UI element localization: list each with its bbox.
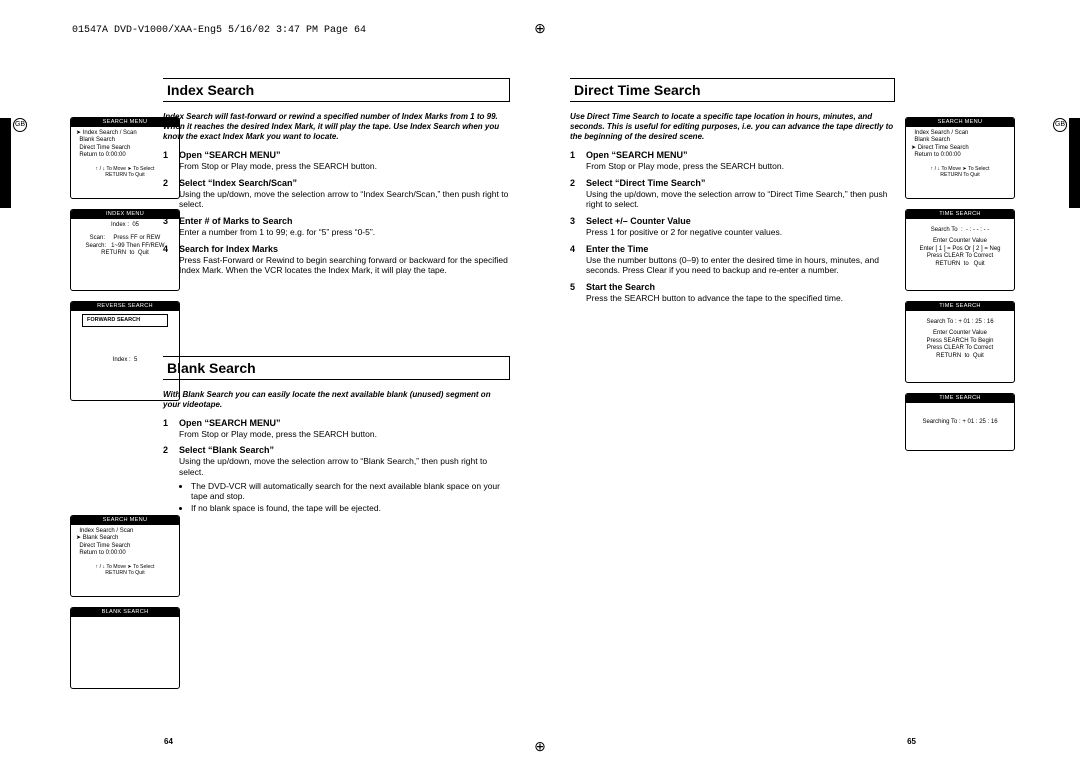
page-65: SEARCH MENU Index Search / Scan Blank Se… bbox=[540, 60, 1040, 740]
screen-direct-time-1: TIME SEARCH Search To : - : - - : - - En… bbox=[905, 209, 1015, 291]
page-64: SEARCH MENU ➤ Index Search / Scan Blank … bbox=[40, 60, 540, 740]
crop-mark-bottom bbox=[534, 738, 546, 755]
gb-right: GB bbox=[1060, 118, 1080, 208]
screen-index-search: REVERSE SEARCH FORWARD SEARCH Index : 5 bbox=[70, 301, 180, 401]
page-number-left: 64 bbox=[164, 737, 173, 746]
page-number-right: 65 bbox=[907, 737, 916, 746]
screen-direct-time-3: TIME SEARCH Searching To : + 01 : 25 : 1… bbox=[905, 393, 1015, 451]
screen-index-menu-1: SEARCH MENU ➤ Index Search / Scan Blank … bbox=[70, 117, 180, 199]
print-header: 01547A DVD-V1000/XAA-Eng5 5/16/02 3:47 P… bbox=[72, 25, 366, 36]
gb-left: GB bbox=[0, 118, 20, 208]
crop-mark-top bbox=[534, 20, 546, 37]
screen-blank-menu: SEARCH MENU Index Search / Scan ➤ Blank … bbox=[70, 515, 180, 597]
screen-index-menu-2: INDEX MENU Index : 05 Scan: Press FF or … bbox=[70, 209, 180, 291]
intro-direct: Use Direct Time Search to locate a speci… bbox=[570, 112, 895, 142]
screen-direct-menu: SEARCH MENU Index Search / Scan Blank Se… bbox=[905, 117, 1015, 199]
title-index-search: Index Search bbox=[163, 78, 510, 102]
screen-blank-search: BLANK SEARCH bbox=[70, 607, 180, 689]
screen-direct-time-2: TIME SEARCH Search To : + 01 : 25 : 16 E… bbox=[905, 301, 1015, 383]
title-blank-search: Blank Search bbox=[163, 356, 510, 380]
intro-index: Index Search will fast-forward or rewind… bbox=[163, 112, 510, 142]
title-direct-time: Direct Time Search bbox=[570, 78, 895, 102]
intro-blank: With Blank Search you can easily locate … bbox=[163, 390, 510, 410]
